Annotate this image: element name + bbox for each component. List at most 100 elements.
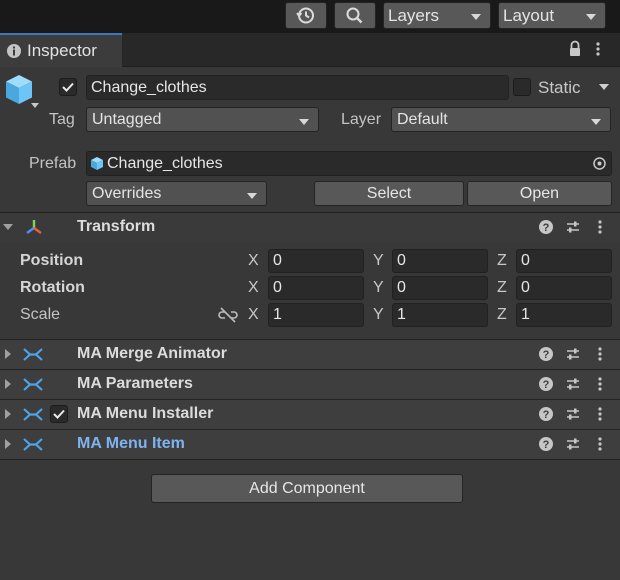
history-icon (296, 7, 314, 24)
tab-label: Inspector (27, 41, 97, 60)
layers-label: Layers (388, 6, 440, 25)
tab-bar: Inspector (0, 33, 620, 67)
foldout-closed-icon[interactable] (5, 409, 11, 419)
layout-dropdown[interactable]: Layout (498, 2, 606, 29)
component-header-merge-animator[interactable]: MA Merge Animator ? (0, 340, 620, 369)
position-z-value: 0 (521, 252, 530, 269)
object-name-value: Change_clothes (91, 79, 207, 96)
help-icon[interactable]: ? (538, 406, 554, 422)
position-x-field[interactable]: 0 (268, 249, 364, 273)
select-button[interactable]: Select (314, 181, 464, 206)
static-checkbox[interactable] (513, 78, 531, 96)
rotation-y-value: 0 (397, 279, 406, 296)
divider (0, 459, 620, 460)
axis-x-label: X (248, 306, 259, 323)
presets-icon[interactable] (565, 376, 581, 392)
checkmark-icon (53, 409, 65, 419)
rotation-z-value: 0 (521, 279, 530, 296)
scale-x-value: 1 (273, 306, 282, 323)
layer-dropdown[interactable]: Default (391, 107, 611, 132)
scale-label: Scale (20, 306, 61, 323)
layer-value: Default (397, 111, 448, 128)
object-name-field[interactable]: Change_clothes (86, 75, 509, 100)
foldout-open-icon[interactable] (3, 224, 13, 230)
presets-icon[interactable] (565, 346, 581, 362)
open-button[interactable]: Open (467, 181, 612, 206)
chevron-down-icon (586, 14, 596, 20)
foldout-closed-icon[interactable] (5, 379, 11, 389)
position-x-value: 0 (273, 252, 282, 269)
component-header-parameters[interactable]: MA Parameters ? (0, 370, 620, 399)
prefab-label: Prefab (29, 155, 77, 172)
overrides-dropdown[interactable]: Overrides (86, 181, 267, 206)
component-title: MA Menu Installer (77, 405, 214, 422)
modular-avatar-icon (23, 378, 43, 391)
position-z-field[interactable]: 0 (516, 249, 612, 273)
kebab-menu-icon[interactable] (592, 376, 608, 392)
component-enabled-checkbox[interactable] (50, 405, 68, 423)
scale-y-value: 1 (397, 306, 406, 323)
transform-title: Transform (77, 218, 156, 235)
axis-x-label: X (248, 252, 259, 269)
layers-dropdown[interactable]: Layers (383, 2, 491, 29)
svg-text:?: ? (543, 222, 550, 234)
scale-y-field[interactable]: 1 (392, 303, 488, 327)
transform-header[interactable]: Transform ? (0, 213, 620, 242)
tag-dropdown[interactable]: Untagged (86, 107, 319, 132)
history-button[interactable] (285, 2, 327, 29)
help-icon[interactable]: ? (538, 436, 554, 452)
presets-icon[interactable] (565, 436, 581, 452)
axis-y-label: Y (373, 306, 384, 323)
search-button[interactable] (334, 2, 376, 29)
scale-x-field[interactable]: 1 (268, 303, 364, 327)
constrain-proportions-icon[interactable] (218, 307, 238, 323)
search-icon (346, 7, 363, 24)
axis-y-label: Y (373, 279, 384, 296)
add-component-label: Add Component (249, 480, 365, 497)
component-title: MA Merge Animator (77, 345, 227, 362)
position-y-field[interactable]: 0 (392, 249, 488, 273)
scale-z-field[interactable]: 1 (516, 303, 612, 327)
rotation-z-field[interactable]: 0 (516, 276, 612, 300)
presets-icon[interactable] (565, 219, 581, 235)
static-dropdown-arrow[interactable] (599, 84, 609, 90)
chevron-down-icon (591, 119, 601, 125)
rotation-x-field[interactable]: 0 (268, 276, 364, 300)
help-icon[interactable]: ? (538, 376, 554, 392)
kebab-menu-icon[interactable] (592, 436, 608, 452)
kebab-menu-icon[interactable] (592, 219, 608, 235)
tag-value: Untagged (92, 111, 162, 128)
kebab-menu-icon[interactable] (592, 406, 608, 422)
foldout-closed-icon[interactable] (5, 349, 11, 359)
foldout-closed-icon[interactable] (5, 439, 11, 449)
help-icon[interactable]: ? (538, 219, 554, 235)
scale-z-value: 1 (521, 306, 530, 323)
prefab-cube-icon (91, 157, 103, 170)
prefab-cube-icon (6, 75, 32, 104)
help-icon[interactable]: ? (538, 346, 554, 362)
position-label: Position (20, 252, 84, 269)
info-icon (7, 44, 21, 58)
tag-label: Tag (49, 111, 75, 128)
prefab-asset-value: Change_clothes (107, 155, 223, 172)
component-header-menu-installer[interactable]: MA Menu Installer ? (0, 400, 620, 429)
axis-z-label: Z (497, 306, 507, 323)
active-checkbox[interactable] (59, 78, 77, 96)
add-component-button[interactable]: Add Component (151, 474, 463, 503)
open-button-label: Open (519, 185, 560, 202)
axis-y-label: Y (373, 252, 384, 269)
component-header-menu-item[interactable]: MA Menu Item ? (0, 430, 620, 459)
presets-icon[interactable] (565, 406, 581, 422)
select-button-label: Select (366, 185, 412, 202)
prefab-asset-field[interactable]: Change_clothes (86, 151, 612, 176)
chevron-down-icon[interactable] (31, 103, 39, 108)
layer-label: Layer (341, 111, 382, 128)
kebab-menu-icon[interactable] (592, 346, 608, 362)
modular-avatar-icon (23, 438, 43, 451)
lock-icon[interactable] (568, 40, 582, 58)
kebab-menu-icon[interactable] (594, 41, 602, 59)
rotation-y-field[interactable]: 0 (392, 276, 488, 300)
object-picker-icon[interactable] (592, 156, 607, 171)
tab-inspector[interactable]: Inspector (0, 33, 122, 67)
chevron-down-icon (471, 14, 481, 20)
